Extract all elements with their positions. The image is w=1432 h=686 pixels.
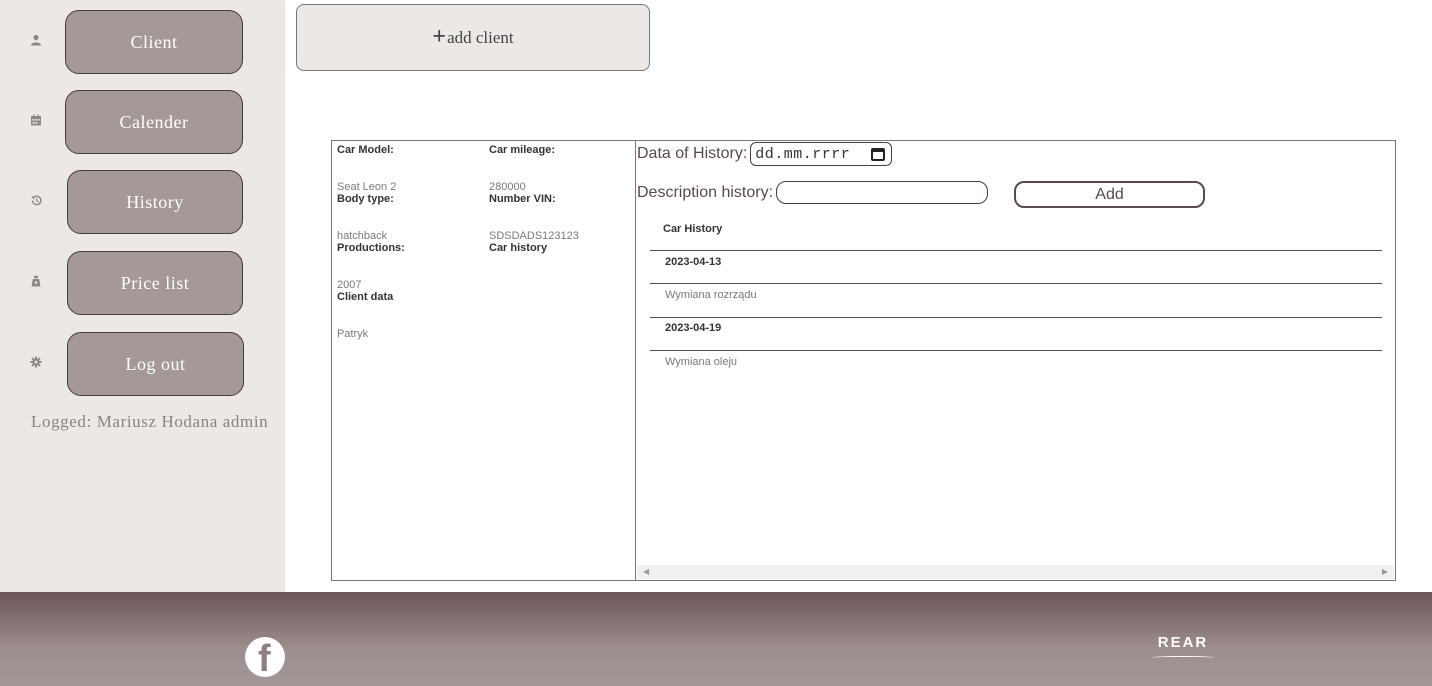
horizontal-scrollbar[interactable]: ◀ ▶ [637, 565, 1394, 579]
car-mileage-label: Car mileage: [489, 144, 556, 156]
productions-value: 2007 [337, 279, 362, 291]
sidebar-item-calender: Calender [0, 90, 285, 154]
logo-swoosh [1152, 656, 1214, 659]
car-history-link[interactable]: Car history [489, 242, 639, 254]
logged-user-text: Logged: Mariusz Hodana admin [31, 412, 269, 431]
gear-icon [28, 356, 44, 372]
date-placeholder: dd.mm.rrrr [755, 145, 851, 163]
scroll-left-icon[interactable]: ◀ [643, 567, 649, 576]
body-type-label: Body type: [337, 193, 394, 205]
calender-button[interactable]: Calender [65, 90, 243, 154]
facebook-icon[interactable]: f [245, 637, 285, 677]
car-info-column-right: Car mileage: 280000 Number VIN: SDSDADS1… [489, 144, 639, 254]
history-entry-date: 2023-04-19 [665, 322, 722, 334]
divider [650, 317, 1382, 318]
car-model-value: Seat Leon 2 [337, 181, 397, 193]
log-out-button[interactable]: Log out [67, 332, 244, 396]
car-model-label: Car Model: [337, 144, 394, 156]
tag-icon [28, 275, 44, 291]
sidebar-item-price-list: Price list [0, 251, 285, 315]
price-list-button[interactable]: Price list [67, 251, 243, 315]
add-history-button[interactable]: Add [1014, 181, 1205, 208]
scroll-right-icon[interactable]: ▶ [1382, 567, 1388, 576]
calendar-icon [28, 114, 44, 130]
body-type-value: hatchback [337, 230, 388, 242]
history-button[interactable]: History [67, 170, 243, 234]
sidebar-item-history: History [0, 170, 285, 234]
vin-label: Number VIN: [489, 193, 556, 205]
date-row: Data of History: dd.mm.rrrr [637, 142, 893, 166]
plus-icon: + [432, 24, 447, 50]
divider [650, 350, 1382, 351]
sidebar-item-client: Client [0, 10, 285, 74]
add-client-button[interactable]: + add client [296, 4, 650, 71]
history-panel: Data of History: dd.mm.rrrr Description … [635, 140, 1396, 581]
productions-label: Productions: [337, 242, 405, 254]
person-icon [28, 34, 44, 50]
vin-value: SDSDADS123123 [489, 230, 579, 242]
date-input[interactable]: dd.mm.rrrr [750, 142, 893, 166]
history-icon [28, 194, 44, 210]
history-entry-description: Wymiana oleju [665, 356, 738, 368]
history-entry-description: Wymiana rozrządu [665, 289, 757, 301]
divider [650, 250, 1382, 251]
car-mileage-value: 280000 [489, 181, 526, 193]
client-data-label: Client data [337, 291, 394, 303]
car-info-column-left: Car Model: Seat Leon 2 Body type: hatchb… [337, 144, 487, 340]
description-row: Description history: [637, 181, 989, 204]
description-input[interactable] [776, 181, 989, 204]
date-label: Data of History: [637, 145, 748, 162]
client-data-value: Patryk [337, 328, 369, 340]
description-label: Description history: [637, 183, 774, 201]
history-entry-date: 2023-04-13 [665, 256, 722, 268]
rear-logo: REAR [1148, 634, 1218, 664]
calendar-picker-icon[interactable] [871, 147, 886, 161]
add-client-label: add client [447, 27, 514, 47]
sidebar: Client Calender History Price list Log o… [0, 0, 285, 592]
car-info-panel: Car Model: Seat Leon 2 Body type: hatchb… [331, 140, 636, 581]
footer: f REAR [0, 592, 1432, 686]
brand-text: REAR [1157, 634, 1209, 651]
sidebar-item-log-out: Log out [0, 332, 285, 396]
divider [650, 283, 1382, 284]
car-history-title: Car History [663, 223, 723, 235]
client-button[interactable]: Client [65, 10, 243, 74]
